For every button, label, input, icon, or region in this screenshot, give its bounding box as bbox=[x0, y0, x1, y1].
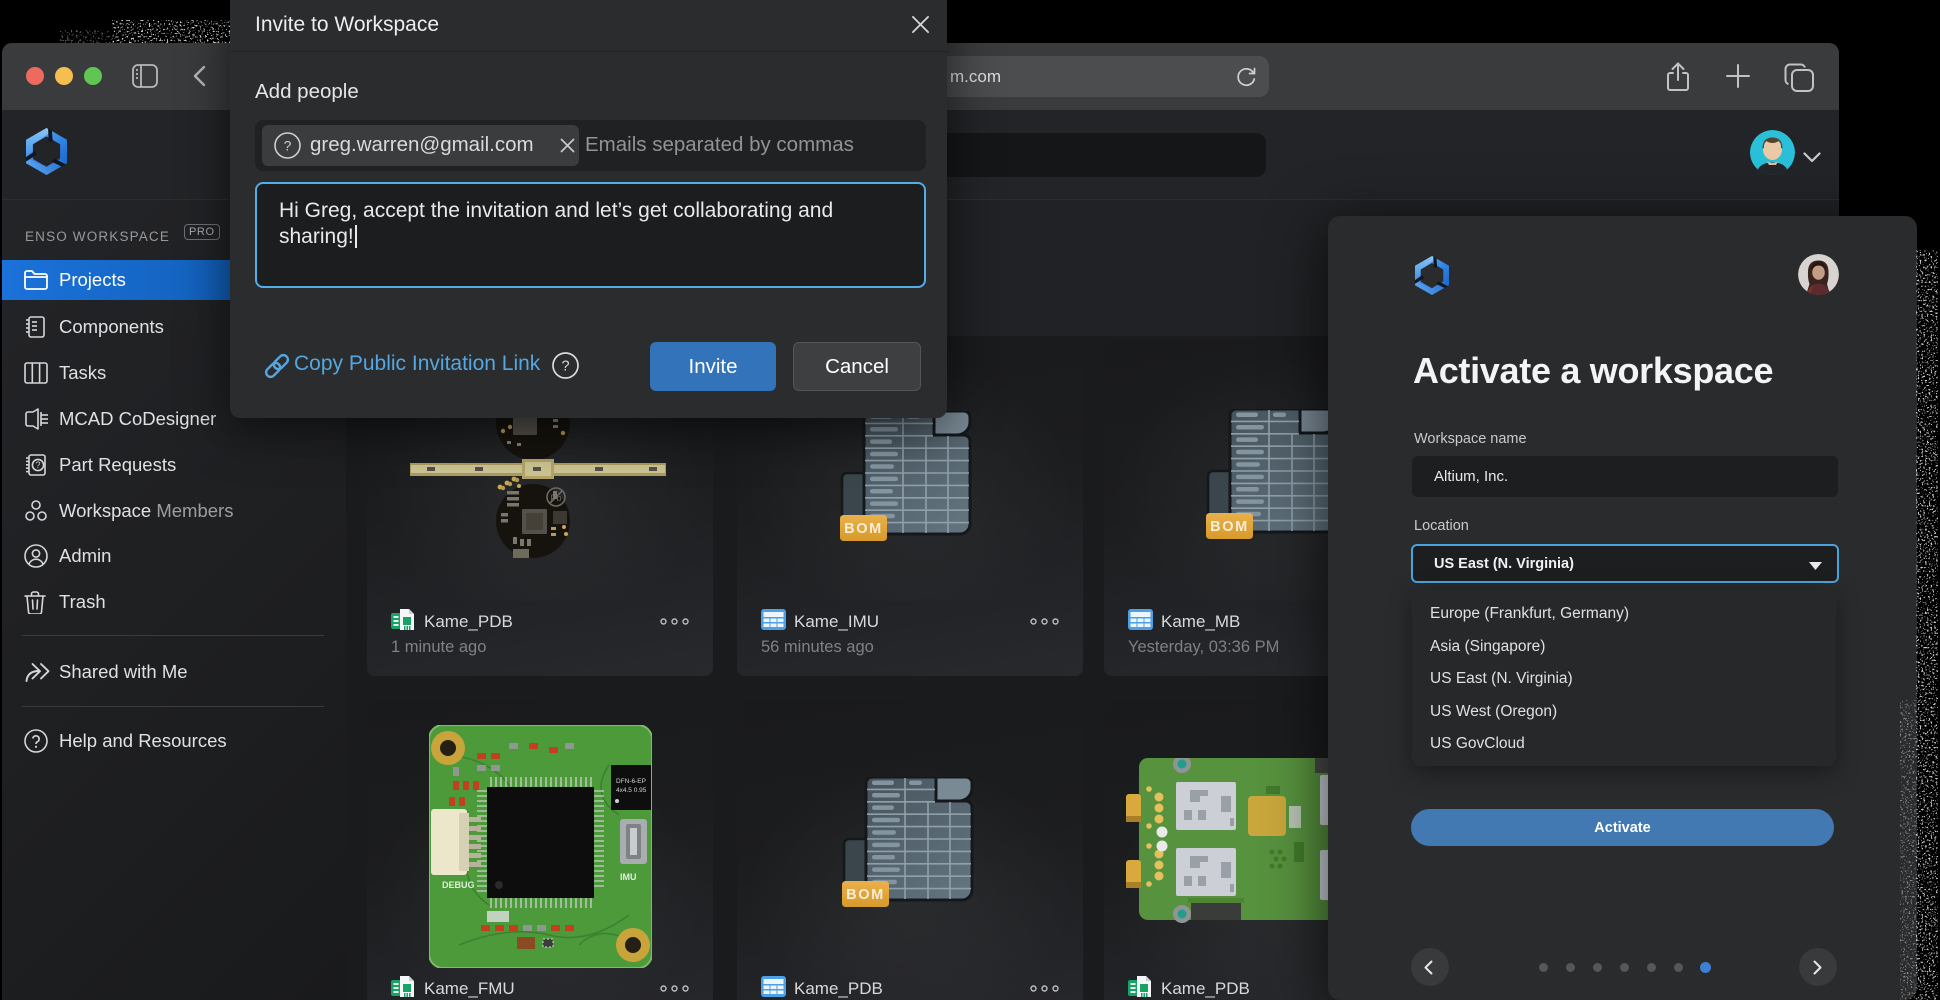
svg-text:?: ? bbox=[561, 359, 569, 375]
svg-text:DEBUG: DEBUG bbox=[442, 880, 475, 890]
svg-text:DFN-6-EP: DFN-6-EP bbox=[616, 778, 646, 785]
svg-text:?: ? bbox=[284, 138, 292, 154]
svg-text:4x4.5 0.95: 4x4.5 0.95 bbox=[616, 787, 647, 794]
svg-text:?: ? bbox=[35, 460, 40, 470]
svg-text:IMU: IMU bbox=[620, 872, 637, 882]
